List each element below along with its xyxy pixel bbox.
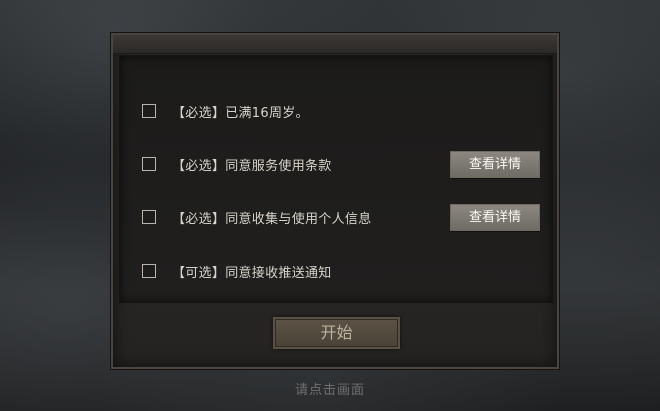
checkbox-push[interactable] <box>142 264 156 278</box>
view-privacy-details-button[interactable]: 查看详情 <box>450 204 540 231</box>
consent-option-age: 【必选】已满16周岁。 <box>120 98 552 128</box>
dialog-title-bar <box>113 35 557 54</box>
consent-option-age-label: 【必选】已满16周岁。 <box>172 106 309 121</box>
consent-options-list: 【必选】已满16周岁。 【必选】同意服务使用条款 查看详情 【必选】同意收集与使… <box>119 55 553 303</box>
start-button[interactable]: 开始 <box>273 317 400 349</box>
consent-dialog: 【必选】已满16周岁。 【必选】同意服务使用条款 查看详情 【必选】同意收集与使… <box>111 33 559 369</box>
consent-option-terms: 【必选】同意服务使用条款 查看详情 <box>120 151 552 181</box>
consent-option-privacy-label: 【必选】同意收集与使用个人信息 <box>172 212 372 227</box>
tap-screen-hint: 请点击画面 <box>294 383 365 398</box>
consent-option-privacy: 【必选】同意收集与使用个人信息 查看详情 <box>120 204 552 234</box>
checkbox-age[interactable] <box>142 104 156 118</box>
consent-option-push-label: 【可选】同意接收推送通知 <box>172 266 332 281</box>
game-background[interactable]: 【必选】已满16周岁。 【必选】同意服务使用条款 查看详情 【必选】同意收集与使… <box>0 0 660 411</box>
consent-option-push: 【可选】同意接收推送通知 <box>120 258 552 288</box>
consent-option-terms-label: 【必选】同意服务使用条款 <box>172 159 332 174</box>
view-terms-details-button[interactable]: 查看详情 <box>450 151 540 178</box>
checkbox-terms[interactable] <box>142 157 156 171</box>
checkbox-privacy[interactable] <box>142 210 156 224</box>
